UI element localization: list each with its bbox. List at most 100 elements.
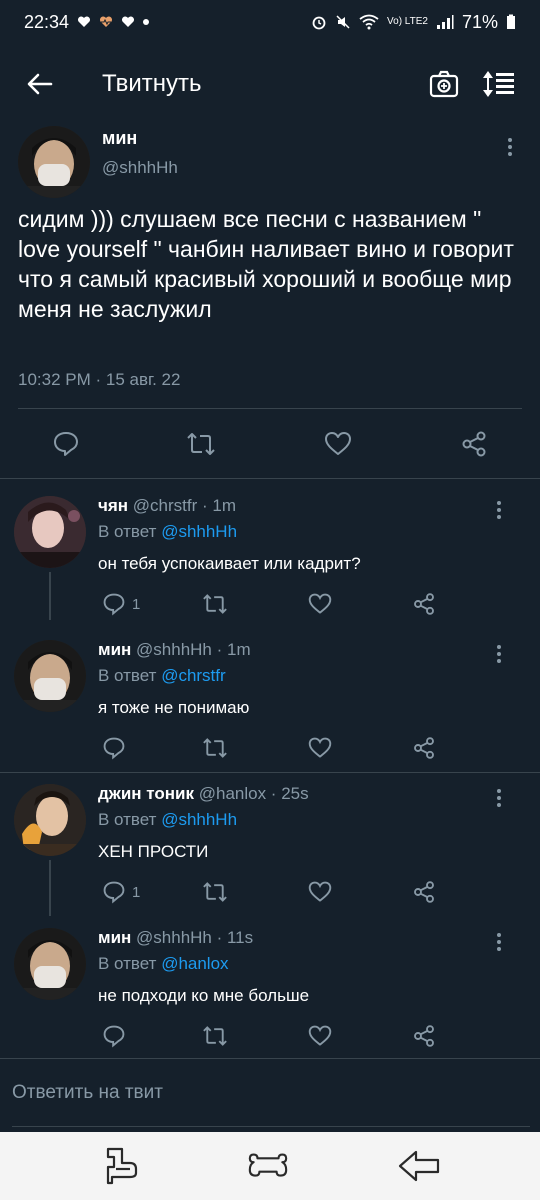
reply-author-handle[interactable]: @shhhHh · 11s bbox=[136, 928, 253, 947]
camera-icon bbox=[429, 70, 459, 98]
avatar-photo bbox=[18, 126, 90, 198]
reply-header: мин @shhhHh · 1m bbox=[98, 640, 251, 660]
retweet-icon bbox=[187, 433, 215, 455]
reply-input-placeholder[interactable]: Ответить на твит bbox=[12, 1082, 163, 1104]
reply-author-handle[interactable]: @chrstfr · 1m bbox=[133, 496, 236, 515]
nav-back-button[interactable] bbox=[398, 1146, 442, 1186]
avatar[interactable] bbox=[18, 126, 90, 198]
in-reply-to-link[interactable]: @shhhHh bbox=[161, 810, 237, 829]
like-button[interactable] bbox=[308, 736, 332, 760]
notification-dot bbox=[143, 19, 150, 25]
reply-tweet[interactable]: джин тоник @hanlox · 25s В ответ @shhhHh… bbox=[0, 764, 540, 916]
divider bbox=[18, 408, 522, 409]
reply-author-name[interactable]: мин bbox=[98, 640, 131, 659]
avatar-photo bbox=[14, 496, 86, 568]
reply-button[interactable] bbox=[102, 736, 132, 760]
reply-tweet[interactable]: чян @chrstfr · 1m В ответ @shhhHh он теб… bbox=[0, 476, 540, 620]
share-button[interactable] bbox=[412, 592, 436, 616]
reply-author-name[interactable]: мин bbox=[98, 928, 131, 947]
alarm-icon bbox=[312, 16, 326, 30]
tweet-author-handle[interactable]: @shhhHh bbox=[102, 158, 178, 178]
in-reply-to-label: В ответ bbox=[98, 810, 157, 829]
like-button[interactable] bbox=[308, 1024, 332, 1048]
more-vertical-icon[interactable] bbox=[494, 500, 504, 520]
reply-author-handle[interactable]: @shhhHh · 1m bbox=[136, 640, 251, 659]
input-underline bbox=[12, 1126, 530, 1127]
share-button[interactable] bbox=[412, 736, 436, 760]
share-button[interactable] bbox=[412, 880, 436, 904]
retweet-button[interactable] bbox=[186, 430, 216, 458]
reply-icon bbox=[54, 432, 78, 456]
reply-tweet[interactable]: мин @shhhHh · 1m В ответ @chrstfr я тоже… bbox=[0, 620, 540, 770]
in-reply-to: В ответ @shhhHh bbox=[98, 810, 237, 830]
in-reply-to-link[interactable]: @shhhHh bbox=[161, 522, 237, 541]
app-bar: Твитнуть bbox=[0, 44, 540, 124]
reply-tweet[interactable]: мин @shhhHh · 11s В ответ @hanlox не под… bbox=[0, 908, 540, 1058]
signal-icon bbox=[436, 15, 454, 29]
more-vertical-icon[interactable] bbox=[494, 644, 504, 664]
avatar[interactable] bbox=[14, 640, 86, 712]
share-button[interactable] bbox=[460, 430, 488, 458]
reply-button[interactable] bbox=[102, 1024, 132, 1048]
retweet-button[interactable] bbox=[202, 1024, 228, 1048]
battery-percent: 71% bbox=[461, 11, 498, 32]
like-button[interactable] bbox=[324, 430, 352, 458]
thread-line bbox=[49, 572, 51, 620]
reply-icon bbox=[103, 1025, 125, 1048]
in-reply-to-label: В ответ bbox=[98, 666, 157, 685]
status-left: 22:34 bbox=[24, 12, 150, 33]
recents-button[interactable] bbox=[98, 1146, 142, 1186]
reply-text: я тоже не понимаю bbox=[98, 698, 250, 717]
like-icon bbox=[308, 593, 332, 614]
share-icon bbox=[414, 1025, 434, 1047]
sort-icon bbox=[483, 71, 514, 97]
camera-button[interactable] bbox=[422, 62, 466, 106]
in-reply-to-link[interactable]: @chrstfr bbox=[161, 666, 225, 685]
reply-author-name[interactable]: джин тоник bbox=[98, 784, 194, 803]
retweet-icon bbox=[203, 594, 227, 614]
reply-author-handle[interactable]: @hanlox · 25s bbox=[199, 784, 309, 803]
share-icon bbox=[414, 737, 434, 759]
heart-notification-icon bbox=[122, 16, 135, 27]
retweet-button[interactable] bbox=[202, 592, 228, 616]
home-button[interactable] bbox=[246, 1146, 290, 1186]
reply-actions: 1 bbox=[98, 592, 498, 622]
like-button[interactable] bbox=[308, 880, 332, 904]
avatar[interactable] bbox=[14, 496, 86, 568]
retweet-button[interactable] bbox=[202, 736, 228, 760]
system-nav-bar bbox=[0, 1132, 540, 1200]
reply-text: не подходи ко мне больше bbox=[98, 986, 310, 1005]
reply-text: он тебя успокаивает или кадрит? bbox=[98, 554, 361, 573]
reply-actions: 1 bbox=[98, 880, 498, 910]
in-reply-to-label: В ответ bbox=[98, 954, 157, 973]
more-vertical-icon[interactable] bbox=[494, 788, 504, 808]
in-reply-to: В ответ @chrstfr bbox=[98, 666, 226, 686]
volte-label: Vo) LTE2 bbox=[387, 16, 428, 27]
mute-icon bbox=[336, 15, 350, 29]
reply-composer[interactable]: Ответить на твит bbox=[0, 1060, 540, 1128]
home-icon bbox=[248, 1153, 288, 1177]
tweet-author-name[interactable]: мин bbox=[102, 128, 137, 149]
reply-button[interactable] bbox=[52, 430, 80, 458]
share-button[interactable] bbox=[412, 1024, 436, 1048]
in-reply-to-link[interactable]: @hanlox bbox=[161, 954, 228, 973]
retweet-button[interactable] bbox=[202, 880, 228, 904]
sort-button[interactable] bbox=[476, 62, 520, 106]
reply-count: 1 bbox=[132, 595, 141, 613]
tweet-actions bbox=[0, 424, 540, 464]
like-button[interactable] bbox=[308, 592, 332, 616]
more-vertical-icon[interactable] bbox=[494, 932, 504, 952]
reply-button[interactable]: 1 bbox=[102, 880, 140, 904]
in-reply-to: В ответ @shhhHh bbox=[98, 522, 237, 542]
reply-author-name[interactable]: чян bbox=[98, 496, 128, 515]
reply-header: мин @shhhHh · 11s bbox=[98, 928, 253, 948]
back-button[interactable] bbox=[20, 64, 60, 104]
reply-count: 1 bbox=[132, 883, 141, 901]
reply-icon bbox=[103, 737, 125, 760]
avatar[interactable] bbox=[14, 928, 86, 1000]
more-vertical-icon[interactable] bbox=[504, 136, 516, 158]
status-right: Vo) LTE2 71% bbox=[311, 12, 516, 33]
reply-icon bbox=[103, 881, 125, 904]
reply-button[interactable]: 1 bbox=[102, 592, 140, 616]
avatar[interactable] bbox=[14, 784, 86, 856]
